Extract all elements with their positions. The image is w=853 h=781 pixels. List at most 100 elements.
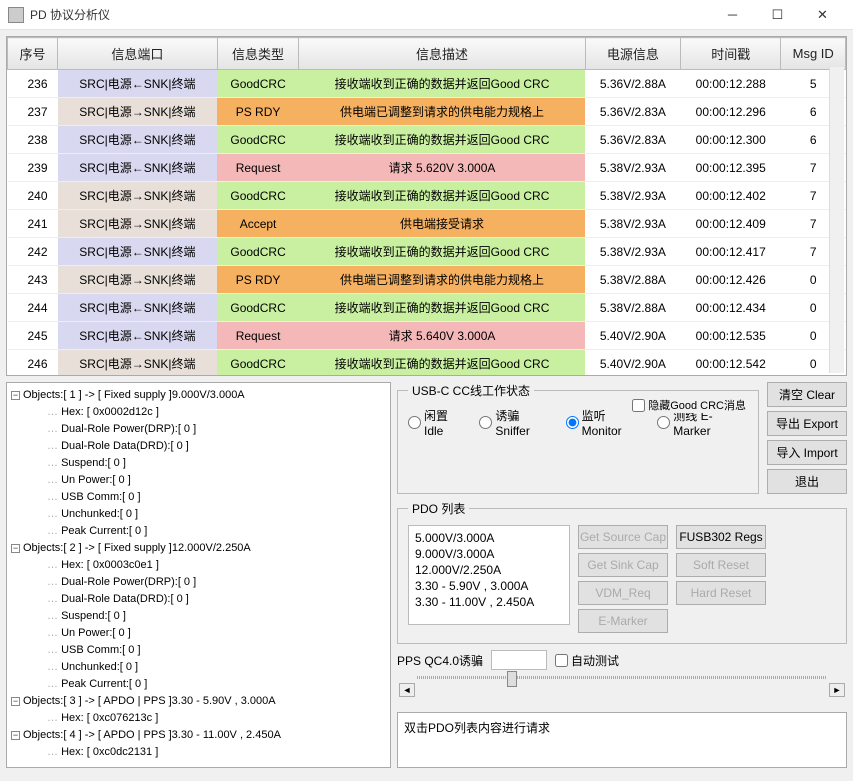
auto-test-checkbox[interactable]: 自动测试 bbox=[555, 652, 619, 669]
tree-leaf[interactable]: Hex: [ 0x0002d12c ] bbox=[47, 404, 386, 421]
column-header[interactable]: 序号 bbox=[8, 38, 58, 70]
tree-leaf[interactable]: Peak Current:[ 0 ] bbox=[47, 676, 386, 693]
table-row[interactable]: 239SRC|电源←SNK|终端Request请求 5.620V 3.000A5… bbox=[8, 154, 846, 182]
pdo-button[interactable]: Get Sink Cap bbox=[578, 553, 668, 577]
tree-leaf[interactable]: Dual-Role Power(DRP):[ 0 ] bbox=[47, 574, 386, 591]
tree-leaf[interactable]: Un Power:[ 0 ] bbox=[47, 625, 386, 642]
pdo-button[interactable]: VDM_Req bbox=[578, 581, 668, 605]
export-button[interactable]: 导出 Export bbox=[767, 411, 847, 436]
maximize-button[interactable]: ☐ bbox=[755, 0, 800, 30]
tree-leaf[interactable]: Peak Current:[ 0 ] bbox=[47, 523, 386, 540]
expand-icon[interactable]: − bbox=[11, 697, 20, 706]
column-header[interactable]: 信息类型 bbox=[217, 38, 298, 70]
window-titlebar: PD 协议分析仪 ─ ☐ ✕ bbox=[0, 0, 853, 30]
radio-idle[interactable]: 闲置 Idle bbox=[408, 407, 469, 438]
pdo-button[interactable]: Soft Reset bbox=[676, 553, 766, 577]
pps-slider[interactable]: ◄ ► bbox=[397, 676, 847, 706]
cell-desc: 接收端收到正确的数据并返回Good CRC bbox=[299, 182, 585, 210]
expand-icon[interactable]: − bbox=[11, 731, 20, 740]
slider-thumb[interactable] bbox=[507, 671, 517, 687]
log-line: 双击PDO列表内容进行请求 bbox=[404, 719, 840, 736]
cell-desc: 接收端收到正确的数据并返回Good CRC bbox=[299, 294, 585, 322]
tree-leaf[interactable]: Dual-Role Data(DRD):[ 0 ] bbox=[47, 591, 386, 608]
pps-voltage-input[interactable] bbox=[491, 650, 547, 670]
table-scrollbar[interactable] bbox=[829, 67, 844, 373]
table-row[interactable]: 240SRC|电源→SNK|终端GoodCRC接收端收到正确的数据并返回Good… bbox=[8, 182, 846, 210]
cell-seq: 240 bbox=[8, 182, 58, 210]
hide-goodcrc-checkbox[interactable]: 隐藏Good CRC消息 bbox=[630, 397, 748, 413]
tree-leaf[interactable]: Hex: [ 0xc0dc2131 ] bbox=[47, 744, 386, 761]
cell-ts: 00:00:12.426 bbox=[681, 266, 781, 294]
minimize-button[interactable]: ─ bbox=[710, 0, 755, 30]
cell-port: SRC|电源→SNK|终端 bbox=[58, 266, 218, 294]
table-row[interactable]: 246SRC|电源→SNK|终端GoodCRC接收端收到正确的数据并返回Good… bbox=[8, 350, 846, 377]
pdo-item[interactable]: 3.30 - 5.90V , 3.000A bbox=[415, 578, 563, 594]
cell-pwr: 5.36V/2.83A bbox=[585, 98, 680, 126]
table-row[interactable]: 242SRC|电源←SNK|终端GoodCRC接收端收到正确的数据并返回Good… bbox=[8, 238, 846, 266]
clear-button[interactable]: 清空 Clear bbox=[767, 382, 847, 407]
column-header[interactable]: 电源信息 bbox=[585, 38, 680, 70]
table-row[interactable]: 241SRC|电源→SNK|终端Accept供电端接受请求5.38V/2.93A… bbox=[8, 210, 846, 238]
pdo-button[interactable]: E-Marker bbox=[578, 609, 668, 633]
cell-type: Request bbox=[217, 154, 298, 182]
cell-port: SRC|电源→SNK|终端 bbox=[58, 210, 218, 238]
cell-desc: 供电端已调整到请求的供电能力规格上 bbox=[299, 266, 585, 294]
pdo-listbox[interactable]: 5.000V/3.000A9.000V/3.000A12.000V/2.250A… bbox=[408, 525, 570, 625]
tree-leaf[interactable]: Suspend:[ 0 ] bbox=[47, 455, 386, 472]
objects-tree[interactable]: −Objects:[ 1 ] -> [ Fixed supply ]9.000V… bbox=[6, 382, 391, 768]
column-header[interactable]: 信息端口 bbox=[58, 38, 218, 70]
log-output[interactable]: 双击PDO列表内容进行请求 bbox=[397, 712, 847, 768]
exit-button[interactable]: 退出 bbox=[767, 469, 847, 494]
cell-ts: 00:00:12.434 bbox=[681, 294, 781, 322]
tree-object[interactable]: −Objects:[ 1 ] -> [ Fixed supply ]9.000V… bbox=[11, 387, 386, 404]
tree-leaf[interactable]: USB Comm:[ 0 ] bbox=[47, 642, 386, 659]
table-row[interactable]: 238SRC|电源←SNK|终端GoodCRC接收端收到正确的数据并返回Good… bbox=[8, 126, 846, 154]
cell-pwr: 5.40V/2.90A bbox=[585, 350, 680, 377]
tree-leaf[interactable]: USB Comm:[ 0 ] bbox=[47, 489, 386, 506]
cell-desc: 请求 5.620V 3.000A bbox=[299, 154, 585, 182]
table-row[interactable]: 245SRC|电源←SNK|终端Request请求 5.640V 3.000A5… bbox=[8, 322, 846, 350]
expand-icon[interactable]: − bbox=[11, 391, 20, 400]
expand-icon[interactable]: − bbox=[11, 544, 20, 553]
cell-pwr: 5.38V/2.88A bbox=[585, 266, 680, 294]
tree-object[interactable]: −Objects:[ 4 ] -> [ APDO | PPS ]3.30 - 1… bbox=[11, 727, 386, 744]
cell-type: GoodCRC bbox=[217, 294, 298, 322]
tree-leaf[interactable]: Un Power:[ 0 ] bbox=[47, 472, 386, 489]
pdo-item[interactable]: 9.000V/3.000A bbox=[415, 546, 563, 562]
tree-leaf[interactable]: Hex: [ 0x0003c0e1 ] bbox=[47, 557, 386, 574]
cell-type: PS RDY bbox=[217, 266, 298, 294]
tree-leaf[interactable]: Suspend:[ 0 ] bbox=[47, 608, 386, 625]
cell-port: SRC|电源←SNK|终端 bbox=[58, 126, 218, 154]
tree-object[interactable]: −Objects:[ 2 ] -> [ Fixed supply ]12.000… bbox=[11, 540, 386, 557]
close-button[interactable]: ✕ bbox=[800, 0, 845, 30]
import-button[interactable]: 导入 Import bbox=[767, 440, 847, 465]
radio-sniffer[interactable]: 诱骗 Sniffer bbox=[479, 407, 555, 438]
tree-leaf[interactable]: Hex: [ 0xc076213c ] bbox=[47, 710, 386, 727]
pdo-button[interactable]: Hard Reset bbox=[676, 581, 766, 605]
table-row[interactable]: 237SRC|电源→SNK|终端PS RDY供电端已调整到请求的供电能力规格上5… bbox=[8, 98, 846, 126]
column-header[interactable]: Msg ID bbox=[781, 38, 846, 70]
cell-seq: 242 bbox=[8, 238, 58, 266]
table-row[interactable]: 243SRC|电源→SNK|终端PS RDY供电端已调整到请求的供电能力规格上5… bbox=[8, 266, 846, 294]
pdo-item[interactable]: 3.30 - 11.00V , 2.450A bbox=[415, 594, 563, 610]
cell-desc: 接收端收到正确的数据并返回Good CRC bbox=[299, 350, 585, 377]
pdo-item[interactable]: 12.000V/2.250A bbox=[415, 562, 563, 578]
slider-left-arrow[interactable]: ◄ bbox=[399, 683, 415, 697]
slider-right-arrow[interactable]: ► bbox=[829, 683, 845, 697]
tree-leaf[interactable]: Unchunked:[ 0 ] bbox=[47, 659, 386, 676]
tree-leaf[interactable]: Dual-Role Power(DRP):[ 0 ] bbox=[47, 421, 386, 438]
tree-leaf[interactable]: Dual-Role Data(DRD):[ 0 ] bbox=[47, 438, 386, 455]
column-header[interactable]: 信息描述 bbox=[299, 38, 585, 70]
cell-desc: 请求 5.640V 3.000A bbox=[299, 322, 585, 350]
cell-pwr: 5.38V/2.93A bbox=[585, 154, 680, 182]
column-header[interactable]: 时间戳 bbox=[681, 38, 781, 70]
pdo-button[interactable]: Get Source Cap bbox=[578, 525, 668, 549]
message-table[interactable]: 序号信息端口信息类型信息描述电源信息时间戳Msg ID 236SRC|电源←SN… bbox=[6, 36, 847, 376]
pdo-button[interactable]: FUSB302 Regs bbox=[676, 525, 766, 549]
table-row[interactable]: 236SRC|电源←SNK|终端GoodCRC接收端收到正确的数据并返回Good… bbox=[8, 70, 846, 98]
pdo-item[interactable]: 5.000V/3.000A bbox=[415, 530, 563, 546]
cell-seq: 239 bbox=[8, 154, 58, 182]
tree-leaf[interactable]: Unchunked:[ 0 ] bbox=[47, 506, 386, 523]
tree-object[interactable]: −Objects:[ 3 ] -> [ APDO | PPS ]3.30 - 5… bbox=[11, 693, 386, 710]
table-row[interactable]: 244SRC|电源←SNK|终端GoodCRC接收端收到正确的数据并返回Good… bbox=[8, 294, 846, 322]
